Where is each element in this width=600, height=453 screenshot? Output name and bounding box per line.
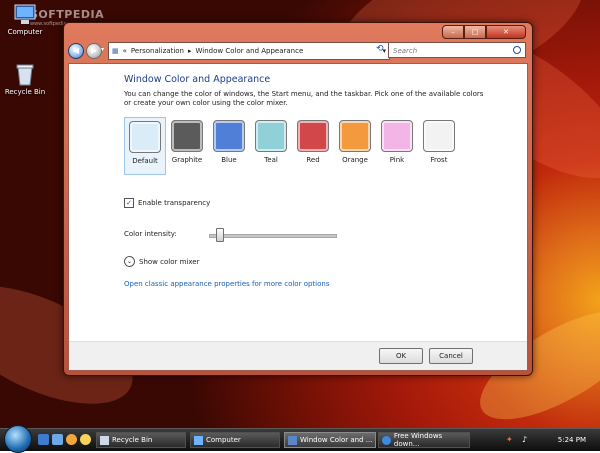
control-panel-icon: ▦ — [112, 47, 119, 55]
clock[interactable]: 5:24 PM — [558, 436, 586, 444]
switch-windows-icon[interactable] — [52, 434, 63, 445]
color-intensity-slider[interactable] — [209, 234, 337, 238]
computer-icon — [12, 4, 38, 26]
forward-button[interactable]: ▶ — [86, 43, 102, 59]
content-pane: Window Color and Appearance You can chan… — [68, 63, 528, 371]
address-bar[interactable]: ▦ « Personalization ▸ Window Color and A… — [108, 42, 390, 60]
swatch-label: Default — [132, 157, 158, 165]
swatch-tile — [255, 120, 287, 152]
breadcrumb-personalization[interactable]: Personalization — [131, 47, 184, 55]
task-recycle-bin[interactable]: Recycle Bin — [96, 432, 186, 448]
recycle-bin-icon — [100, 435, 109, 445]
color-swatches: Default Graphite Blue Teal Red Orange Pi… — [124, 117, 460, 175]
breadcrumb-current[interactable]: Window Color and Appearance — [196, 47, 304, 55]
messenger-icon[interactable] — [80, 434, 91, 445]
swatch-teal[interactable]: Teal — [250, 117, 292, 175]
swatch-label: Orange — [342, 156, 368, 164]
swatch-label: Teal — [264, 156, 278, 164]
navigation-bar: ◀ ▶ ▾ ▦ « Personalization ▸ Window Color… — [68, 42, 526, 60]
dialog-button-bar: OK Cancel — [69, 341, 527, 370]
control-panel-icon — [288, 435, 297, 445]
swatch-label: Red — [306, 156, 320, 164]
swatch-label: Graphite — [171, 156, 203, 164]
swatch-tile — [171, 120, 203, 152]
swatch-tile — [339, 120, 371, 152]
task-window-color[interactable]: Window Color and ... — [284, 432, 376, 448]
swatch-tile — [381, 120, 413, 152]
page-title: Window Color and Appearance — [124, 74, 271, 85]
volume-icon[interactable]: ♪ — [522, 435, 527, 444]
task-computer[interactable]: Computer — [190, 432, 280, 448]
classic-appearance-link[interactable]: Open classic appearance properties for m… — [124, 280, 329, 288]
swatch-pink[interactable]: Pink — [376, 117, 418, 175]
desktop-icon-label: Recycle Bin — [4, 88, 46, 96]
desktop-icon-computer[interactable]: Computer — [0, 4, 50, 36]
swatch-tile — [213, 120, 245, 152]
task-label: Recycle Bin — [112, 436, 153, 444]
recycle-bin-icon — [12, 64, 38, 86]
task-browser[interactable]: Free Windows down... — [378, 432, 470, 448]
task-label: Computer — [206, 436, 241, 444]
network-icon[interactable]: ✦ — [506, 435, 513, 444]
desktop-icon-label: Computer — [7, 28, 43, 36]
window-color-appearance-window: – □ ✕ ◀ ▶ ▾ ▦ « Personalization ▸ Window… — [63, 22, 533, 376]
swatch-graphite[interactable]: Graphite — [166, 117, 208, 175]
desktop-icon-recycle-bin[interactable]: Recycle Bin — [0, 64, 50, 96]
ok-button[interactable]: OK — [379, 348, 423, 364]
swatch-tile — [423, 120, 455, 152]
swatch-label: Frost — [430, 156, 448, 164]
checkbox-box[interactable]: ✓ — [124, 198, 134, 208]
swatch-default[interactable]: Default — [124, 117, 166, 175]
caption-buttons: – □ ✕ — [442, 25, 526, 39]
close-button[interactable]: ✕ — [486, 25, 526, 39]
swatch-tile — [297, 120, 329, 152]
refresh-icon[interactable]: ⟲ — [376, 44, 384, 54]
browser-icon[interactable] — [66, 434, 77, 445]
checkbox-label: Enable transparency — [138, 199, 211, 207]
task-label: Window Color and ... — [300, 436, 373, 444]
enable-transparency-checkbox[interactable]: ✓ Enable transparency — [124, 198, 210, 208]
swatch-blue[interactable]: Blue — [208, 117, 250, 175]
breadcrumb-overflow[interactable]: « — [123, 47, 127, 55]
search-input[interactable]: Search — [388, 42, 526, 58]
swatch-orange[interactable]: Orange — [334, 117, 376, 175]
mixer-label: Show color mixer — [139, 257, 200, 266]
color-intensity-thumb[interactable] — [216, 228, 224, 242]
swatch-tile — [129, 121, 161, 153]
cancel-button[interactable]: Cancel — [429, 348, 473, 364]
search-icon[interactable] — [513, 46, 521, 54]
show-desktop-icon[interactable] — [38, 434, 49, 445]
swatch-frost[interactable]: Frost — [418, 117, 460, 175]
swatch-red[interactable]: Red — [292, 117, 334, 175]
chevron-down-icon[interactable]: ⌄ — [124, 256, 135, 267]
back-button[interactable]: ◀ — [68, 43, 84, 59]
recent-pages-dropdown[interactable]: ▾ — [101, 46, 104, 53]
task-label: Free Windows down... — [393, 432, 443, 448]
swatch-label: Pink — [389, 156, 405, 164]
minimize-button[interactable]: – — [442, 25, 464, 39]
search-placeholder: Search — [393, 47, 418, 55]
show-color-mixer-toggle[interactable]: ⌄ Show color mixer — [124, 256, 199, 267]
internet-explorer-icon — [382, 435, 391, 445]
start-button[interactable] — [4, 425, 32, 453]
color-intensity-label: Color intensity: — [124, 230, 177, 238]
taskbar: Recycle Bin Computer Window Color and ..… — [0, 425, 600, 453]
breadcrumb-separator[interactable]: ▸ — [188, 47, 192, 55]
swatch-label: Blue — [221, 156, 237, 164]
computer-icon — [194, 435, 203, 445]
maximize-button[interactable]: □ — [464, 25, 486, 39]
notification-area: ✦ ♪ 5:24 PM — [500, 429, 600, 451]
page-description: You can change the color of windows, the… — [124, 90, 484, 107]
